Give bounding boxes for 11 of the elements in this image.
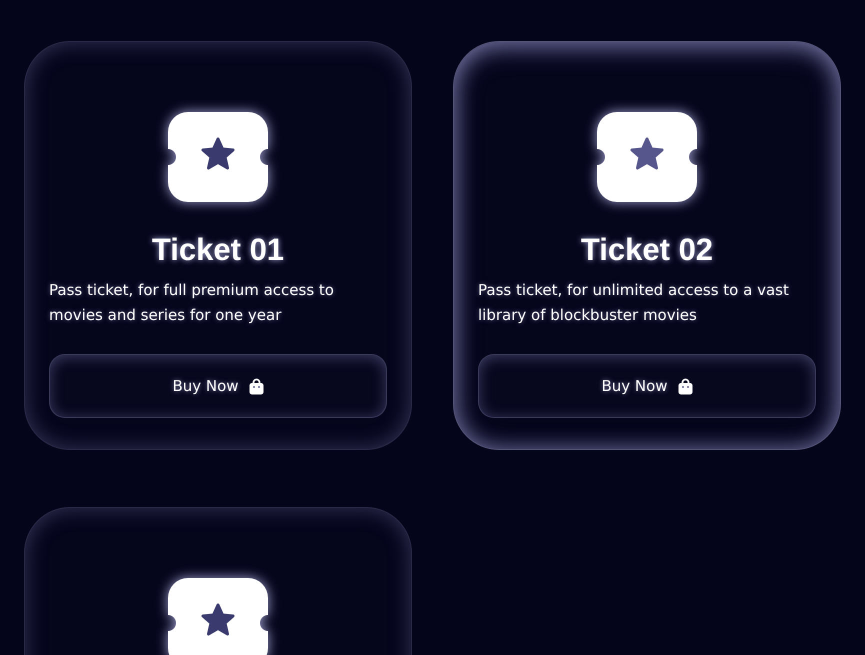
ticket-icon xyxy=(597,112,697,202)
card-title: Ticket 02 xyxy=(580,232,714,268)
buy-now-button[interactable]: Buy Now xyxy=(49,354,387,418)
card-description: Pass ticket, for unlimited access to a vast library of blockbuster movies xyxy=(478,280,790,326)
buy-now-button[interactable]: Buy Now xyxy=(478,354,816,418)
shopping-bag-icon xyxy=(678,378,693,394)
ticket-icon xyxy=(168,578,268,655)
shopping-bag-icon xyxy=(248,378,264,394)
card-title: Ticket 01 xyxy=(152,232,284,268)
ticket-icon xyxy=(168,112,268,202)
card-description: Pass ticket, for full premium access to movies and series for one year xyxy=(49,280,335,326)
